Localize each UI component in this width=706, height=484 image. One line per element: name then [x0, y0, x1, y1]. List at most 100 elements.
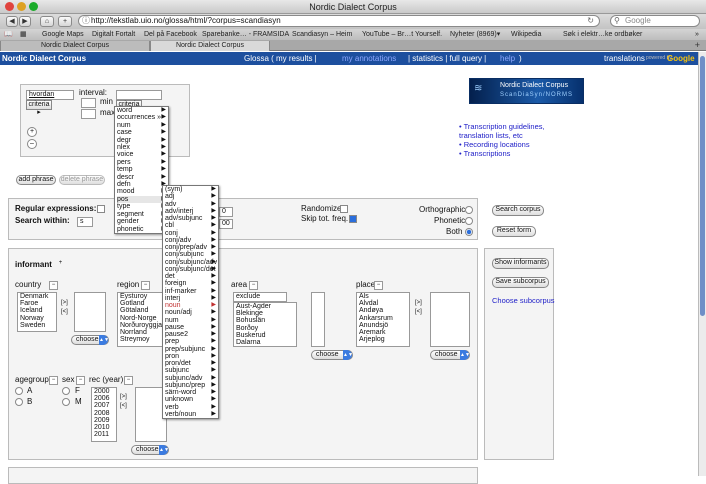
- tab-nordic-2[interactable]: Nordic Dialect Corpus: [150, 41, 270, 51]
- pos-menu-item[interactable]: conj/subjunc ▶: [165, 251, 218, 258]
- list-item[interactable]: Borðoy: [236, 325, 296, 332]
- pos-menu-item[interactable]: prep ▶: [165, 338, 218, 345]
- pos-menu-item[interactable]: cbl ▶: [165, 222, 218, 229]
- list-item[interactable]: Norðuroyggjar: [120, 322, 164, 329]
- region-collapse-icon[interactable]: −: [141, 281, 150, 290]
- criteria-menu-item[interactable]: temp ▶: [117, 166, 168, 173]
- place-remove-button[interactable]: [<]: [415, 307, 422, 317]
- list-item[interactable]: Aust-Agder: [236, 303, 296, 310]
- pos-menu-item[interactable]: subjunc/adv ▶: [165, 375, 218, 382]
- pos-menu-item[interactable]: särn-word ▶: [165, 389, 218, 396]
- close-window-icon[interactable]: [5, 2, 14, 11]
- bookmark-item[interactable]: Digitalt Fortalt: [92, 29, 135, 40]
- both-radio[interactable]: [465, 228, 473, 236]
- add-token-button[interactable]: +: [27, 127, 37, 137]
- link-recording-locations[interactable]: Recording locations: [459, 140, 579, 149]
- add-phrase-button[interactable]: add phrase: [16, 175, 56, 185]
- search-within-input[interactable]: s: [77, 217, 93, 227]
- agegroup-collapse-icon[interactable]: −: [49, 376, 58, 385]
- place-list[interactable]: Als Alvdal Andøya Ankarsrum Anundsjö Are…: [356, 292, 410, 347]
- list-item[interactable]: Götaland: [120, 307, 164, 314]
- interval-max-input[interactable]: [81, 109, 96, 119]
- criteria-menu-item[interactable]: phonetic▶: [117, 226, 168, 233]
- criteria-menu-item[interactable]: word ▶: [117, 107, 168, 114]
- choose-subcorpus-link[interactable]: Choose subcorpus: [492, 296, 555, 306]
- country-remove-button[interactable]: [<]: [61, 307, 68, 317]
- place-choose-select[interactable]: choose ▲▼: [430, 350, 470, 360]
- place-selected-list[interactable]: [430, 292, 470, 347]
- country-selected-list[interactable]: [74, 292, 106, 332]
- list-item[interactable]: 2009: [94, 417, 116, 424]
- reset-form-button[interactable]: Reset form: [492, 226, 536, 237]
- area-collapse-icon[interactable]: −: [249, 281, 258, 290]
- list-item[interactable]: Nord-Norge: [120, 315, 164, 322]
- bookmark-item[interactable]: Scandiasyn – Heim: [292, 29, 352, 40]
- list-item[interactable]: 2011: [94, 431, 116, 438]
- nav-help[interactable]: help: [500, 52, 515, 65]
- pos-menu-item[interactable]: adj ▶: [165, 193, 218, 200]
- show-informants-button[interactable]: Show informants: [492, 258, 549, 269]
- add-bookmark-button[interactable]: +: [58, 16, 72, 27]
- region-list[interactable]: Eysturoy Gotland Götaland Nord-Norge Nor…: [117, 292, 165, 347]
- pos-menu-item[interactable]: num ▶: [165, 317, 218, 324]
- year-remove-button[interactable]: [<]: [120, 401, 127, 411]
- bookmark-item[interactable]: Sparebanke… - FRAMSIDA: [202, 29, 289, 40]
- sex-m-radio[interactable]: [62, 398, 70, 406]
- criteria-menu-item[interactable]: nlex ▶: [117, 144, 168, 151]
- criteria-menu-item[interactable]: segment▶: [117, 211, 168, 218]
- pos-menu-item[interactable]: conj/adv ▶: [165, 237, 218, 244]
- scroll-thumb[interactable]: [700, 56, 705, 316]
- nav-links[interactable]: | statistics | full query |: [408, 52, 486, 65]
- hidden-input-1[interactable]: 0: [219, 207, 233, 217]
- list-item[interactable]: 2000: [94, 388, 116, 395]
- pos-menu-item[interactable]: adv/interj ▶: [165, 208, 218, 215]
- list-item[interactable]: Norrland: [120, 329, 164, 336]
- save-subcorpus-button[interactable]: Save subcorpus: [492, 277, 549, 288]
- skip-freq-checkbox[interactable]: [349, 215, 357, 223]
- bookmark-item[interactable]: Wikipedia: [511, 29, 541, 40]
- criteria-menu-item[interactable]: type▶: [117, 203, 168, 210]
- criteria-menu-item[interactable]: defn▶: [117, 181, 168, 188]
- bookmark-item[interactable]: Nyheter (8969)▾: [450, 29, 500, 40]
- age-b-radio[interactable]: [15, 398, 23, 406]
- next-word-input[interactable]: [116, 90, 162, 100]
- pos-menu-item[interactable]: foreign ▶: [165, 280, 218, 287]
- country-collapse-icon[interactable]: −: [49, 281, 58, 290]
- list-item[interactable]: Denmark: [20, 293, 56, 300]
- forward-button[interactable]: ▶: [19, 16, 31, 27]
- word-input[interactable]: hvordan: [26, 90, 74, 100]
- pos-menu-item[interactable]: (sym) ▶: [165, 186, 218, 193]
- randomize-checkbox[interactable]: [340, 205, 348, 213]
- home-icon[interactable]: ⌂: [40, 16, 54, 27]
- year-choose-select[interactable]: choose ▲▼: [131, 445, 169, 455]
- bookmark-item[interactable]: Søk i elektr…ke ordbøker: [563, 29, 642, 40]
- more-bookmarks-icon[interactable]: »: [695, 29, 699, 40]
- search-corpus-button[interactable]: Search corpus: [492, 205, 544, 216]
- pos-menu-item[interactable]: noun ▶: [165, 302, 218, 309]
- top-sites-icon[interactable]: ▦: [20, 29, 27, 40]
- pos-menu-item[interactable]: verb ▶: [165, 404, 218, 411]
- criteria-button[interactable]: criteria ▸: [26, 100, 52, 116]
- pos-menu-item[interactable]: conj ▶: [165, 230, 218, 237]
- zoom-window-icon[interactable]: [29, 2, 38, 11]
- list-item[interactable]: Bohuslän: [236, 317, 296, 324]
- pos-menu-item[interactable]: subjunc/prep ▶: [165, 382, 218, 389]
- sex-collapse-icon[interactable]: −: [76, 376, 85, 385]
- link-transcription-guidelines[interactable]: Transcription guidelines, translation li…: [459, 122, 579, 140]
- country-list[interactable]: Denmark Faroe Iceland Norway Sweden: [17, 292, 57, 332]
- list-item[interactable]: Alvdal: [359, 300, 409, 307]
- bookmark-item[interactable]: Del på Facebook: [144, 29, 197, 40]
- criteria-menu-item[interactable]: gender▶: [117, 218, 168, 225]
- pos-menu-item[interactable]: pron/det ▶: [165, 360, 218, 367]
- link-transcriptions[interactable]: Transcriptions: [459, 149, 579, 158]
- criteria-menu-item[interactable]: pers ▶: [117, 159, 168, 166]
- criteria-menu-item[interactable]: occurrences » ▶: [117, 114, 168, 121]
- pos-menu-item[interactable]: pause ▶: [165, 324, 218, 331]
- area-selected-list[interactable]: [311, 292, 325, 347]
- list-item[interactable]: 2010: [94, 424, 116, 431]
- list-item[interactable]: Dalarna: [236, 339, 296, 346]
- list-item[interactable]: Aremark: [359, 329, 409, 336]
- criteria-menu-item[interactable]: voice ▶: [117, 151, 168, 158]
- rec-year-collapse-icon[interactable]: −: [124, 376, 133, 385]
- list-item[interactable]: Eysturoy: [120, 293, 164, 300]
